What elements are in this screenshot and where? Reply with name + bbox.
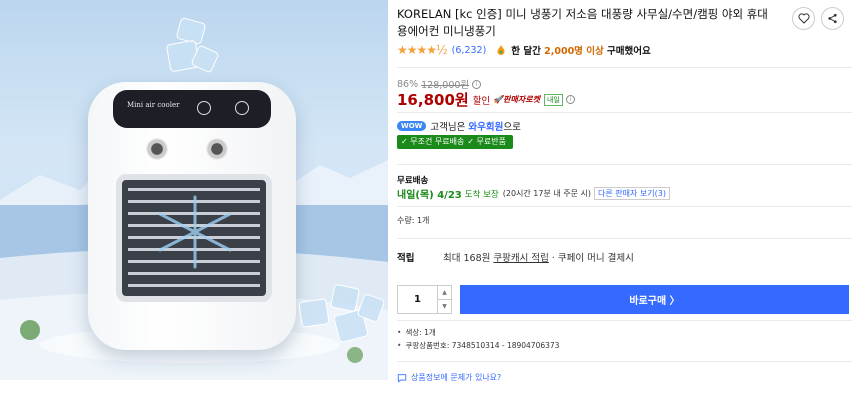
- power-button-icon: [235, 101, 249, 115]
- divider: [397, 320, 852, 321]
- delivery-guarantee: 도착 보장: [464, 189, 499, 200]
- wow-row: WOW 고객님은 와우회원으로: [397, 119, 521, 133]
- detail-color: 색상: 1개: [397, 326, 559, 339]
- panel-label: Mini air cooler: [127, 101, 180, 109]
- quantity-label: 수량: 1개: [397, 216, 430, 225]
- heart-icon: [797, 13, 810, 24]
- sale-price-row: 16,800원 할인 🚀판매자로켓 내일 i: [397, 89, 575, 110]
- seller-rocket-badge: 🚀판매자로켓: [493, 95, 540, 104]
- delivery-date: 내일(목) 4/23: [397, 190, 462, 201]
- other-sellers-button[interactable]: 다른 판매자 보기(3): [594, 187, 670, 200]
- wow-benefits: ✓ 무조건 무료배송 ✓ 무료반품: [397, 135, 513, 149]
- free-return-benefit: ✓ 무료반품: [467, 137, 506, 146]
- decrease-quantity-icon[interactable]: ▼: [438, 300, 451, 313]
- cashback-head: 적립: [397, 253, 415, 264]
- divider: [397, 238, 852, 239]
- quantity-value[interactable]: 1: [398, 286, 437, 313]
- info-icon[interactable]: i: [472, 79, 482, 89]
- report-problem-label[interactable]: 상품정보에 문제가 있나요?: [411, 372, 501, 383]
- discount-rate: 86%: [397, 78, 419, 90]
- ice-cube: [329, 283, 361, 313]
- divider: [397, 67, 852, 68]
- chat-icon: [397, 373, 407, 383]
- wow-badge: WOW: [397, 121, 427, 131]
- ice-cube: [298, 298, 330, 328]
- product-details: 색상: 1개 쿠팡상품번호: 7348510314 - 18904706373: [397, 326, 559, 352]
- report-problem-link[interactable]: 상품정보에 문제가 있나요?: [397, 372, 501, 383]
- product-title: KORELAN [kc 인증] 미니 냉풍기 저소음 대풍량 사무실/수면/캠핑…: [397, 7, 768, 38]
- control-panel: Mini air cooler: [113, 90, 271, 128]
- detail-product-number: 쿠팡상품번호: 7348510314 - 18904706373: [397, 339, 559, 352]
- tomorrow-badge: 내일: [543, 93, 563, 106]
- mist-nozzle: [206, 138, 228, 160]
- rating-row: ★★★★½ (6,232) 한 달간 2,000명 이상 구매했어요: [397, 43, 651, 57]
- free-shipping-benefit: ✓ 무조건 무료배송: [401, 137, 465, 146]
- divider: [397, 164, 852, 165]
- wishlist-button[interactable]: [792, 7, 815, 30]
- sale-price: 16,800원: [397, 91, 469, 109]
- purchase-count: 한 달간 2,000명 이상 구매했어요: [511, 46, 651, 57]
- wow-text: 고객님은 와우회원으로: [430, 122, 521, 133]
- share-icon: [828, 13, 837, 24]
- shipping-label: 무료배송: [397, 176, 429, 186]
- discount-label: 할인: [472, 95, 491, 107]
- share-button[interactable]: [821, 7, 844, 30]
- info-icon[interactable]: i: [565, 95, 575, 104]
- divider: [397, 112, 852, 113]
- delivery-note: (20시간 17분 내 주문 시): [502, 189, 592, 198]
- divider: [397, 206, 852, 207]
- review-count-link[interactable]: (6,232): [452, 45, 487, 56]
- cashback-text: 최대 168원 쿠팡캐시 적립 · 쿠페이 머니 결제시: [443, 253, 634, 264]
- delivery-row: 내일(목) 4/23 도착 보장 (20시간 17분 내 주문 시) 다른 판매…: [397, 186, 670, 201]
- quantity-stepper[interactable]: 1 ▲ ▼: [397, 285, 452, 314]
- product-image[interactable]: Mini air cooler: [0, 0, 388, 380]
- rating-stars: ★★★★½: [397, 43, 448, 57]
- cashback-row: 적립 최대 168원 쿠팡캐시 적립 · 쿠페이 머니 결제시: [397, 250, 634, 264]
- coupang-cash-link[interactable]: 쿠팡캐시 적립: [493, 253, 548, 264]
- fan-button-icon: [197, 101, 211, 115]
- divider: [397, 361, 852, 362]
- mist-nozzle: [146, 138, 168, 160]
- buy-now-button[interactable]: 바로구매 〉: [460, 285, 849, 314]
- increase-quantity-icon[interactable]: ▲: [438, 286, 451, 300]
- snowflake-icon: [158, 195, 232, 269]
- popular-icon: [497, 45, 505, 55]
